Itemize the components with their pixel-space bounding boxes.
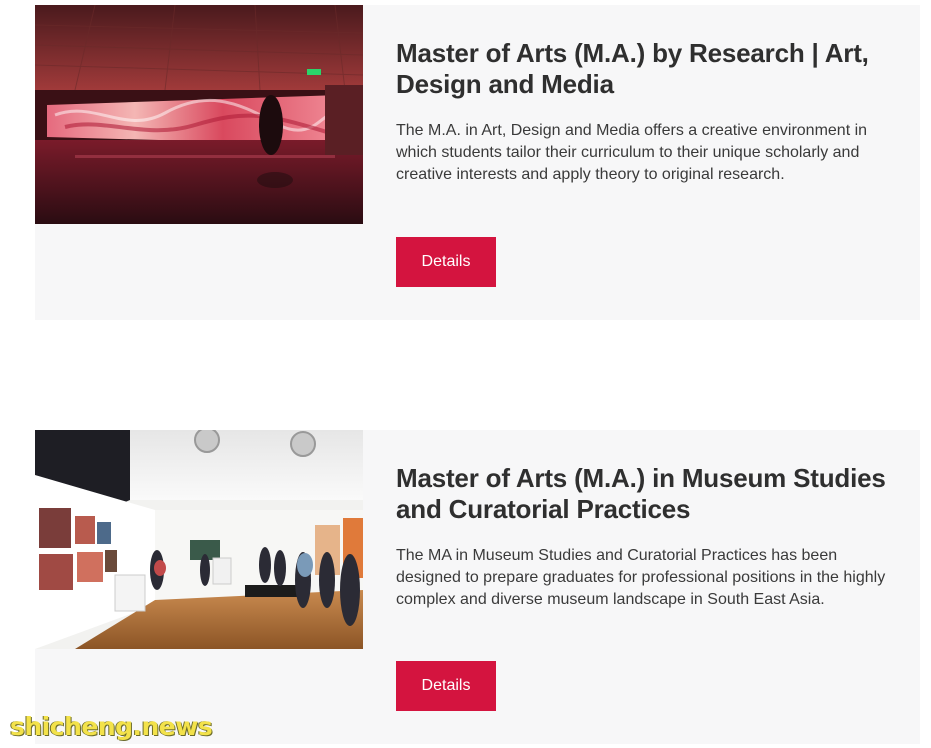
program-card-body: Master of Arts (M.A.) by Research | Art,… [396,38,896,186]
program-card: Master of Arts (M.A.) by Research | Art,… [35,5,920,320]
program-list: Master of Arts (M.A.) by Research | Art,… [0,0,931,748]
program-image [35,5,363,224]
program-card-body: Master of Arts (M.A.) in Museum Studies … [396,463,896,611]
program-description: The M.A. in Art, Design and Media offers… [396,122,868,183]
watermark: shicheng.news [10,712,213,741]
program-image [35,430,363,649]
details-button[interactable]: Details [396,237,496,287]
program-description: The MA in Museum Studies and Curatorial … [396,547,886,608]
program-card: Master of Arts (M.A.) in Museum Studies … [35,430,920,744]
details-button[interactable]: Details [396,661,496,711]
program-title: Master of Arts (M.A.) in Museum Studies … [396,463,886,524]
program-title: Master of Arts (M.A.) by Research | Art,… [396,38,869,99]
